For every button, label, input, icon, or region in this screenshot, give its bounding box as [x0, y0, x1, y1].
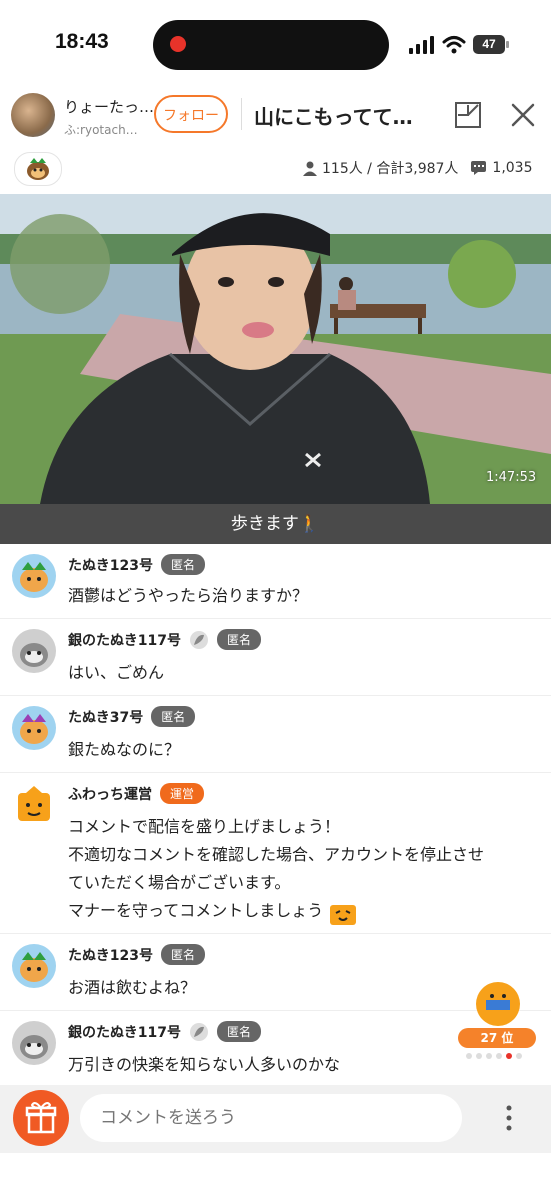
video-duration: 1:47:53 [486, 470, 537, 485]
status-time: 18:43 [55, 30, 109, 53]
more-options-icon[interactable] [500, 1100, 518, 1136]
host-name[interactable]: りょーたっ… [64, 96, 154, 117]
comment-text: 酒鬱はどうやったら治りますか？ [68, 586, 309, 605]
stream-title[interactable]: 山にこもってて… [254, 101, 413, 130]
comment-text: お酒は飲むよね？ [68, 978, 197, 997]
anonymous-badge: 匿名 [216, 629, 261, 650]
viewer-stats: 115人 / 合計3,987人 1,035 [302, 158, 533, 178]
dynamic-island [153, 20, 389, 70]
comment-author[interactable]: たぬき123号 匿名 [68, 944, 205, 965]
comment-input[interactable] [80, 1094, 462, 1142]
author-name: 銀のたぬき117号 [68, 1024, 181, 1041]
tanuki-mascot-icon [27, 158, 49, 180]
author-name: たぬき123号 [68, 947, 153, 964]
silver-tanuki-avatar-icon[interactable] [12, 1021, 56, 1065]
comment-author[interactable]: たぬき37号 匿名 [68, 706, 196, 727]
author-name: たぬき123号 [68, 557, 153, 574]
fuwacchi-mascot-icon[interactable] [12, 783, 56, 827]
signal-icon [409, 36, 434, 54]
comment-item: 銀のたぬき117号 匿名 はい、ごめん [0, 619, 551, 696]
anonymous-badge: 匿名 [160, 944, 205, 965]
battery-cap [506, 41, 509, 48]
anonymous-badge: 匿名 [216, 1021, 261, 1042]
official-comment-item: ふわっち運営 運営 コメントで配信を盛り上げましょう！ 不適切なコメントを確認した… [0, 773, 551, 934]
official-message-line: 不適切なコメントを確認した場合、アカウントを停止させ [68, 845, 485, 864]
comment-text: 銀たぬなのに？ [68, 740, 181, 759]
battery-icon: 47 [473, 35, 505, 54]
comment-item: たぬき123号 匿名 お酒は飲むよね？ [0, 934, 551, 1011]
recording-indicator-icon [170, 36, 186, 52]
tanuki-avatar-icon[interactable] [12, 554, 56, 598]
video-caption: 歩きます🚶 [0, 504, 551, 544]
comment-author[interactable]: 銀のたぬき117号 匿名 [68, 1021, 261, 1042]
wifi-icon [442, 36, 466, 54]
silver-tanuki-avatar-icon[interactable] [12, 629, 56, 673]
comment-item: たぬき123号 匿名 酒鬱はどうやったら治りますか？ [0, 544, 551, 619]
ranking-mascot-icon[interactable] [476, 982, 520, 1026]
video-frame [0, 194, 551, 504]
comment-count-icon [471, 161, 487, 175]
anonymous-badge: 匿名 [151, 706, 196, 727]
video-player[interactable] [0, 194, 551, 504]
leaf-icon [189, 630, 208, 649]
tanuki-avatar-icon[interactable] [12, 706, 56, 750]
host-avatar[interactable] [11, 93, 55, 137]
tanuki-avatar-icon[interactable] [12, 944, 56, 988]
author-name: ふわっち運営 [68, 786, 152, 803]
comment-author[interactable]: ふわっち運営 運営 [68, 783, 205, 804]
official-message-line: ていただく場合がございます。 [68, 873, 291, 892]
author-name: 銀のたぬき117号 [68, 632, 181, 649]
ranking-label[interactable]: 27 位 [458, 1028, 536, 1048]
official-message-line: コメントで配信を盛り上げましょう！ [68, 817, 341, 836]
official-badge: 運営 [160, 783, 205, 804]
gift-button[interactable] [13, 1090, 69, 1146]
host-id: ふ:ryotach… [64, 123, 138, 137]
comment-item: 銀のたぬき117号 匿名 万引きの快楽を知らない人多いのかな [0, 1011, 551, 1085]
comment-author[interactable]: 銀のたぬき117号 匿名 [68, 629, 261, 650]
ranking-page-indicator [466, 1053, 522, 1059]
comment-count: 1,035 [492, 160, 533, 176]
follow-button[interactable]: フォロー [154, 95, 228, 133]
minimize-icon[interactable] [454, 101, 482, 129]
official-message: コメントで配信を盛り上げましょう！ 不適切なコメントを確認した場合、アカウントを… [68, 813, 538, 925]
viewer-count: 115人 / 合計3,987人 [322, 161, 459, 177]
leaf-icon [189, 1022, 208, 1041]
comment-item: たぬき37号 匿名 銀たぬなのに？ [0, 696, 551, 773]
official-message-text: マナーを守ってコメントしましょう [68, 901, 324, 920]
header-divider [241, 98, 242, 130]
mascot-emoji-icon [330, 904, 357, 925]
comment-text: はい、ごめん [68, 663, 165, 682]
anonymous-badge: 匿名 [160, 554, 205, 575]
official-message-line: マナーを守ってコメントしましょう [68, 897, 538, 925]
gift-icon [25, 1102, 57, 1134]
author-name: たぬき37号 [68, 709, 144, 726]
comment-author[interactable]: たぬき123号 匿名 [68, 554, 205, 575]
close-icon[interactable] [509, 101, 537, 129]
tanuki-badge[interactable] [14, 152, 62, 186]
person-icon [303, 161, 317, 176]
